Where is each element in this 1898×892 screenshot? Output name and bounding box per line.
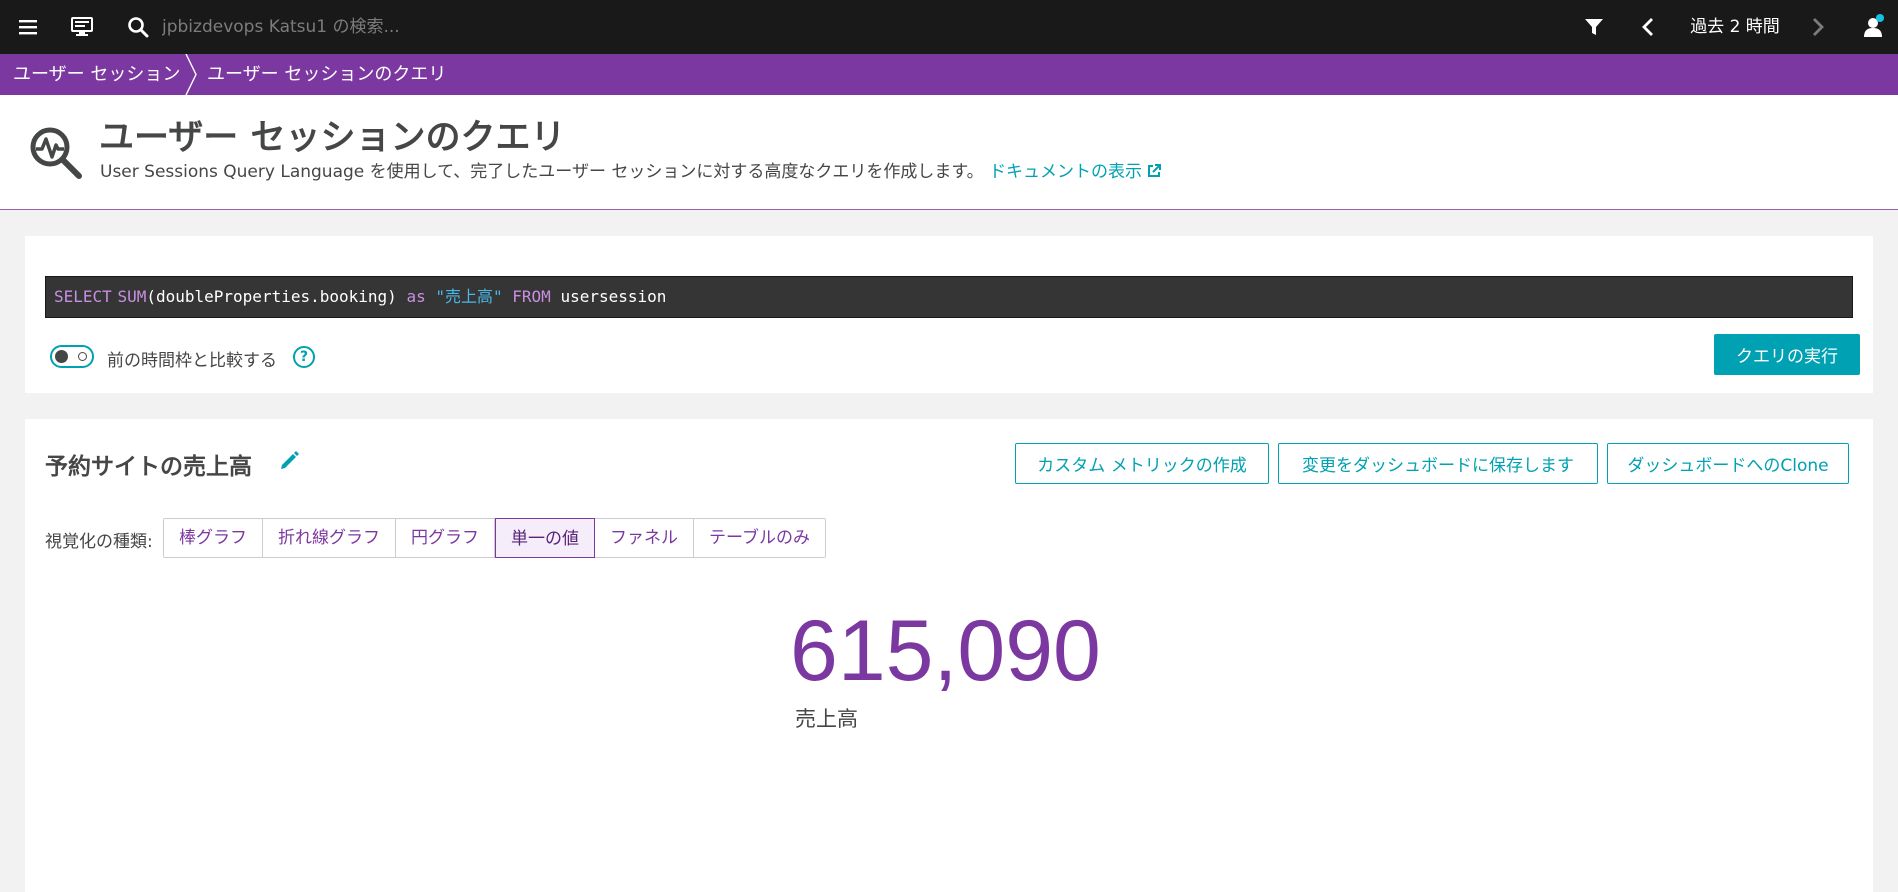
toggle-off-indicator bbox=[78, 352, 87, 361]
query-token-function: SUM bbox=[117, 287, 147, 306]
monitor-icon[interactable] bbox=[68, 0, 96, 54]
chevron-left-icon[interactable] bbox=[1636, 0, 1660, 54]
documentation-link[interactable]: ドキュメントの表示 bbox=[989, 162, 1162, 182]
query-token-table: usersession bbox=[560, 287, 667, 306]
breadcrumb-item-query: ユーザー セッションのクエリ bbox=[207, 64, 447, 85]
viz-option-single-value[interactable]: 単一の値 bbox=[495, 518, 595, 558]
query-token-alias: "売上高" bbox=[435, 287, 503, 306]
run-query-button[interactable]: クエリの実行 bbox=[1714, 334, 1860, 375]
page-description-text: User Sessions Query Language を使用して、完了したユ… bbox=[100, 162, 984, 182]
breadcrumb: ユーザー セッション ユーザー セッションのクエリ bbox=[0, 54, 1898, 95]
breadcrumb-separator-icon bbox=[185, 54, 197, 95]
help-icon[interactable]: ? bbox=[293, 346, 315, 368]
breadcrumb-item-user-sessions[interactable]: ユーザー セッション bbox=[13, 54, 180, 95]
query-token-argument: (doubleProperties.booking) bbox=[146, 287, 397, 306]
search-icon[interactable] bbox=[124, 0, 152, 54]
query-token-select: SELECT bbox=[54, 287, 112, 306]
notification-dot bbox=[1876, 14, 1884, 22]
timeframe-selector[interactable]: 過去 2 時間 bbox=[1680, 0, 1790, 54]
external-link-icon bbox=[1148, 164, 1162, 177]
search-input[interactable] bbox=[162, 14, 582, 40]
compare-toggle-label: 前の時間枠と比較する bbox=[107, 351, 277, 371]
user-icon[interactable] bbox=[1860, 0, 1886, 54]
single-value-number: 615,090 bbox=[790, 603, 1101, 699]
page-title: ユーザー セッションのクエリ bbox=[99, 118, 566, 158]
viz-option-pie[interactable]: 円グラフ bbox=[396, 519, 495, 557]
pencil-edit-icon[interactable] bbox=[279, 449, 301, 471]
viz-option-bar[interactable]: 棒グラフ bbox=[164, 519, 263, 557]
menu-icon[interactable] bbox=[14, 0, 42, 54]
compare-toggle[interactable] bbox=[50, 345, 94, 368]
top-bar: 過去 2 時間 bbox=[0, 0, 1898, 54]
viz-option-line[interactable]: 折れ線グラフ bbox=[263, 519, 396, 557]
page-description: User Sessions Query Language を使用して、完了したユ… bbox=[100, 157, 1162, 182]
toggle-knob bbox=[55, 350, 68, 363]
result-title: 予約サイトの売上高 bbox=[45, 454, 252, 480]
query-editor[interactable]: SELECT SUM(doubleProperties.booking) as … bbox=[45, 276, 1853, 318]
query-token-from: FROM bbox=[512, 287, 551, 306]
save-to-dashboard-button[interactable]: 変更をダッシュボードに保存します bbox=[1278, 443, 1598, 484]
viz-option-funnel[interactable]: ファネル bbox=[595, 519, 694, 557]
query-magnifier-icon bbox=[28, 125, 84, 185]
query-token-as: as bbox=[406, 287, 426, 306]
documentation-link-label: ドキュメントの表示 bbox=[989, 162, 1143, 182]
filter-icon[interactable] bbox=[1580, 0, 1608, 54]
visualization-type-label: 視覚化の種類: bbox=[45, 532, 153, 552]
single-value-label: 売上高 bbox=[795, 707, 858, 731]
visualization-type-selector: 棒グラフ 折れ線グラフ 円グラフ 単一の値 ファネル テーブルのみ bbox=[163, 518, 826, 558]
clone-to-dashboard-button[interactable]: ダッシュボードへのClone bbox=[1607, 443, 1849, 484]
page-header: ユーザー セッションのクエリ User Sessions Query Langu… bbox=[0, 95, 1898, 210]
create-custom-metric-button[interactable]: カスタム メトリックの作成 bbox=[1015, 443, 1269, 484]
query-card: SELECT SUM(doubleProperties.booking) as … bbox=[25, 236, 1873, 393]
result-card: 予約サイトの売上高 カスタム メトリックの作成 変更をダッシュボードに保存します… bbox=[25, 419, 1873, 892]
chevron-right-icon[interactable] bbox=[1806, 0, 1830, 54]
viz-option-table-only[interactable]: テーブルのみ bbox=[694, 519, 825, 557]
